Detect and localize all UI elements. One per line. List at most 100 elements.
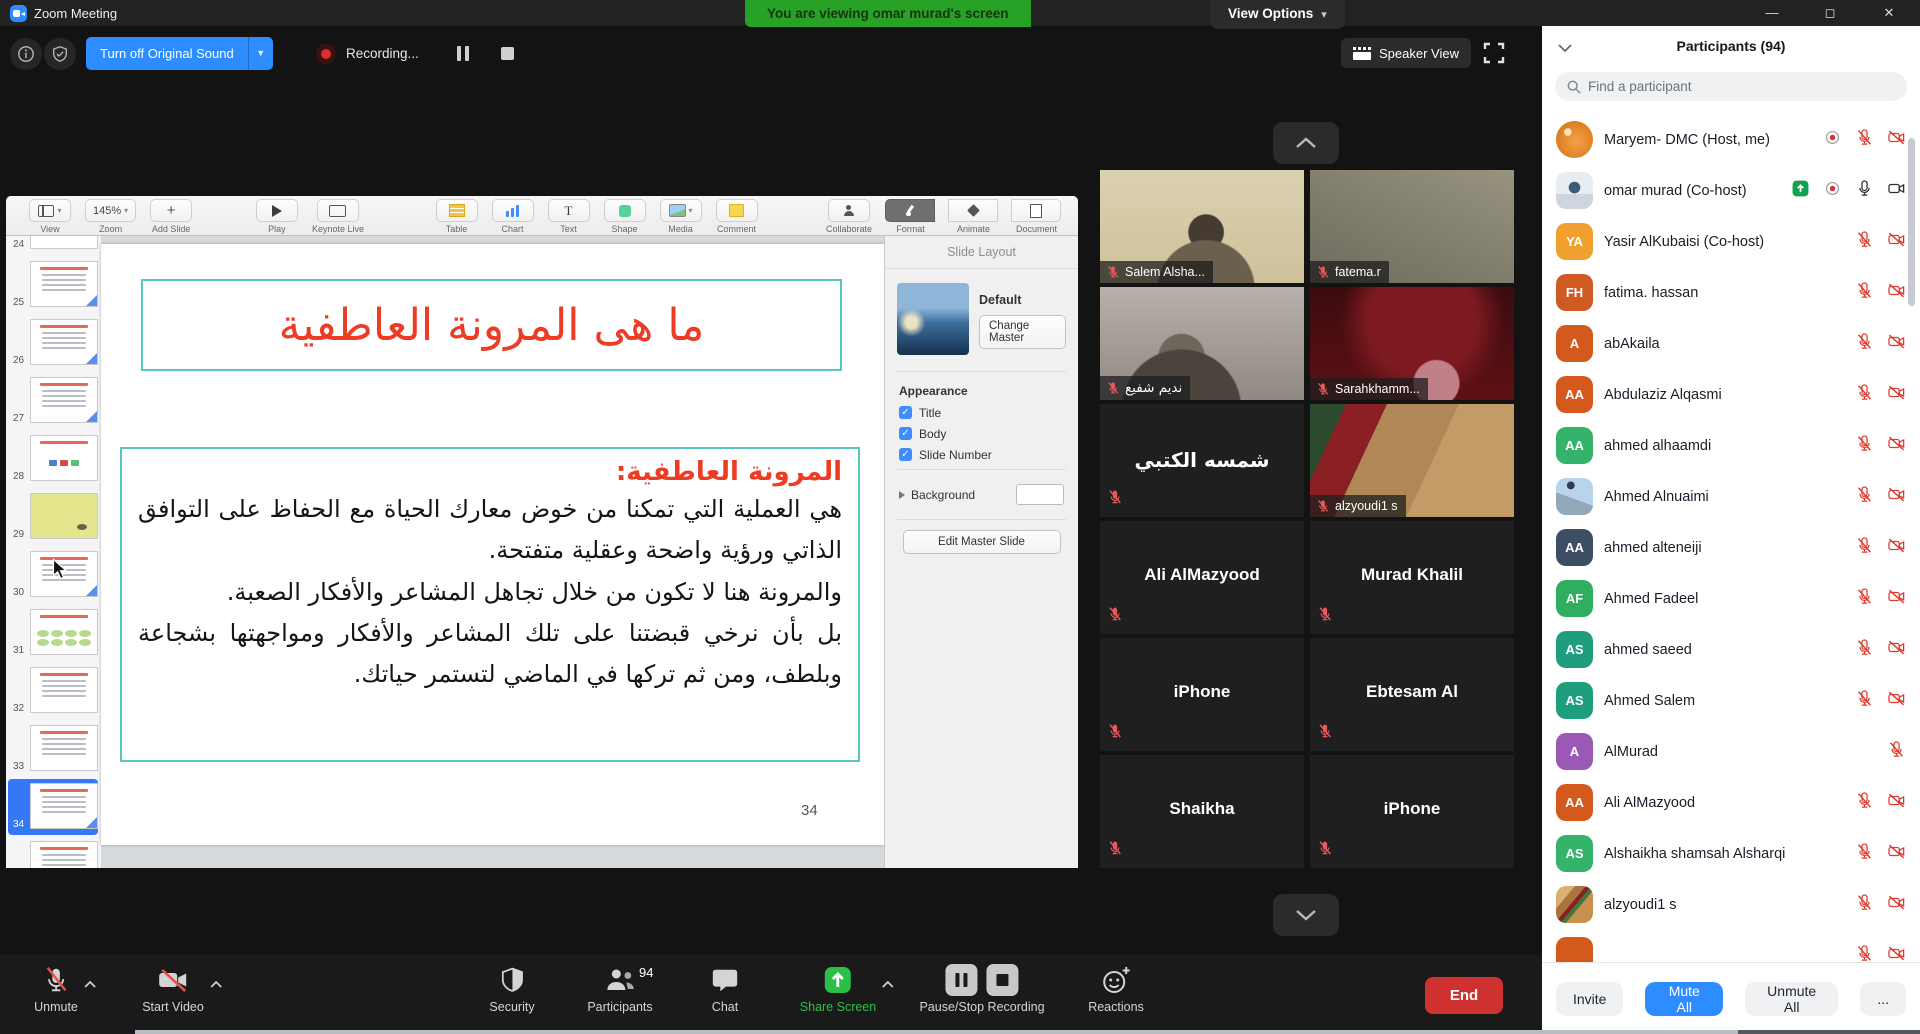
slide-thumbnail-28[interactable]: 28 [6,430,101,488]
video-tile[interactable]: iPhone [1310,755,1514,868]
participant-row[interactable]: ASAhmed Salem [1542,675,1920,726]
fullscreen-button[interactable] [1483,42,1505,64]
keynote-slide-navigator[interactable]: 242526272829303132333435 [6,236,102,868]
participant-row[interactable] [1542,930,1920,963]
unmute-all-button[interactable]: Unmute All [1745,982,1838,1016]
keynote-tool-zoom[interactable]: 145%▾Zoom [85,199,136,234]
keynote-tool-keynote-live[interactable]: Keynote Live [312,199,364,234]
share-screen-button[interactable]: Share Screen [800,963,876,1014]
minimize-button[interactable]: — [1749,0,1795,26]
checked-checkbox-icon[interactable]: ✓ [899,427,912,440]
checked-checkbox-icon[interactable]: ✓ [899,406,912,419]
encryption-shield-button[interactable] [44,38,76,70]
checked-checkbox-icon[interactable]: ✓ [899,448,912,461]
keynote-tool-format[interactable]: Format [886,199,935,234]
original-sound-button[interactable]: Turn off Original Sound ▼ [86,37,273,70]
video-tile[interactable]: نديم شفيع [1100,287,1304,400]
keynote-tool-collaborate[interactable]: Collaborate [826,199,872,234]
edit-master-slide-button[interactable]: Edit Master Slide [903,530,1061,554]
video-strip-collapse-button[interactable] [1273,122,1339,164]
more-options-button[interactable]: ... [1860,982,1906,1016]
keynote-tool-document[interactable]: Document [1012,199,1061,234]
keynote-tool-comment[interactable]: Comment [716,199,758,234]
participant-row[interactable]: AAAbdulaziz Alqasmi [1542,369,1920,420]
video-tile[interactable]: Salem Alsha... [1100,170,1304,283]
video-tile[interactable]: Shaikha [1100,755,1304,868]
security-button[interactable]: Security [489,963,534,1014]
slide-thumbnail-34[interactable]: 34 [6,778,101,836]
panel-scrollbar[interactable] [1908,138,1915,306]
participant-row[interactable]: AFAhmed Fadeel [1542,573,1920,624]
participant-row[interactable]: ASAlshaikha shamsah Alsharqi [1542,828,1920,879]
participant-row[interactable]: AAAli AlMazyood [1542,777,1920,828]
checkbox-title[interactable]: ✓Title [885,402,1078,423]
slide-thumbnail-25[interactable]: 25 [6,256,101,314]
unmute-button[interactable]: Unmute [34,963,78,1014]
stop-recording-button[interactable] [987,964,1019,996]
participant-row[interactable]: Maryem- DMC (Host, me) [1542,114,1920,165]
slide-thumbnail-27[interactable]: 27 [6,372,101,430]
video-tile[interactable]: alzyoudi1 s [1310,404,1514,517]
video-tile[interactable]: iPhone [1100,638,1304,751]
invite-button[interactable]: Invite [1556,982,1623,1016]
change-master-button[interactable]: Change Master [979,315,1066,349]
participant-row[interactable]: Ahmed Alnuaimi [1542,471,1920,522]
slide-thumbnail-29[interactable]: 29 [6,488,101,546]
end-meeting-button[interactable]: End [1425,977,1503,1014]
mute-all-button[interactable]: Mute All [1645,982,1723,1016]
keynote-tool-text[interactable]: TText [548,199,590,234]
slide-thumbnail-32[interactable]: 32 [6,662,101,720]
chat-button[interactable]: Chat [710,963,740,1014]
keynote-tool-table[interactable]: Table [436,199,478,234]
view-options-button[interactable]: View Options▾ [1210,0,1345,29]
background-color-well[interactable] [1016,484,1064,505]
checkbox-slide-number[interactable]: ✓Slide Number [885,444,1078,465]
video-tile[interactable]: Ebtesam Al [1310,638,1514,751]
keynote-tool-animate[interactable]: Animate [949,199,998,234]
speaker-view-button[interactable]: Speaker View [1341,38,1471,68]
participant-row[interactable]: omar murad (Co-host) [1542,165,1920,216]
pause-recording-icon[interactable] [457,46,469,61]
video-strip-next-button[interactable] [1273,894,1339,936]
disclosure-triangle-icon[interactable] [899,491,905,499]
start-video-button[interactable]: Start Video [142,963,204,1014]
participant-row[interactable]: AAlMurad [1542,726,1920,777]
participant-row[interactable]: AAahmed alhaamdi [1542,420,1920,471]
participant-row[interactable]: ASahmed saeed [1542,624,1920,675]
close-button[interactable]: ✕ [1866,0,1912,26]
original-sound-dropdown[interactable]: ▼ [248,37,273,70]
pause-recording-button[interactable] [946,964,978,996]
meeting-info-button[interactable] [10,38,42,70]
chevron-up-icon[interactable] [882,975,894,993]
chevron-up-icon[interactable] [210,975,222,993]
participants-button[interactable]: 94Participants [587,963,652,1014]
stop-recording-icon[interactable] [501,47,514,60]
participant-row[interactable]: alzyoudi1 s [1542,879,1920,930]
slide-title-box[interactable]: ما هى المرونة العاطفية [141,279,842,371]
keynote-tool-add-slide[interactable]: +Add Slide [150,199,192,234]
keynote-tool-media[interactable]: ▾Media [660,199,702,234]
participant-row[interactable]: AabAkaila [1542,318,1920,369]
slide-thumbnail-31[interactable]: 31 [6,604,101,662]
slide-thumbnail-24[interactable]: 24 [6,236,101,256]
slide-thumbnail-26[interactable]: 26 [6,314,101,372]
checkbox-body[interactable]: ✓Body [885,423,1078,444]
video-tile[interactable]: Sarahkhamm... [1310,287,1514,400]
master-slide-thumbnail[interactable] [897,283,969,355]
reactions-button[interactable]: Reactions [1088,963,1144,1014]
background-row[interactable]: Background [885,474,1078,515]
participant-row[interactable]: FHfatima. hassan [1542,267,1920,318]
keynote-tool-view[interactable]: ▾View [29,199,71,234]
chevron-up-icon[interactable] [84,975,96,993]
maximize-button[interactable]: ◻ [1807,0,1853,26]
video-tile[interactable]: Murad Khalil [1310,521,1514,634]
video-tile[interactable]: Ali AlMazyood [1100,521,1304,634]
participant-row[interactable]: AAahmed alteneiji [1542,522,1920,573]
search-input[interactable]: Find a participant [1555,72,1907,101]
pause-stop-recording-button[interactable]: Pause/Stop Recording [919,963,1044,1014]
slide-thumbnail-33[interactable]: 33 [6,720,101,778]
slide-body-box[interactable]: المرونة العاطفية: هي العملية التي تمكنا … [120,447,860,762]
keynote-tool-shape[interactable]: Shape [604,199,646,234]
keynote-tool-chart[interactable]: Chart [492,199,534,234]
video-tile[interactable]: شمسه الكتبي [1100,404,1304,517]
